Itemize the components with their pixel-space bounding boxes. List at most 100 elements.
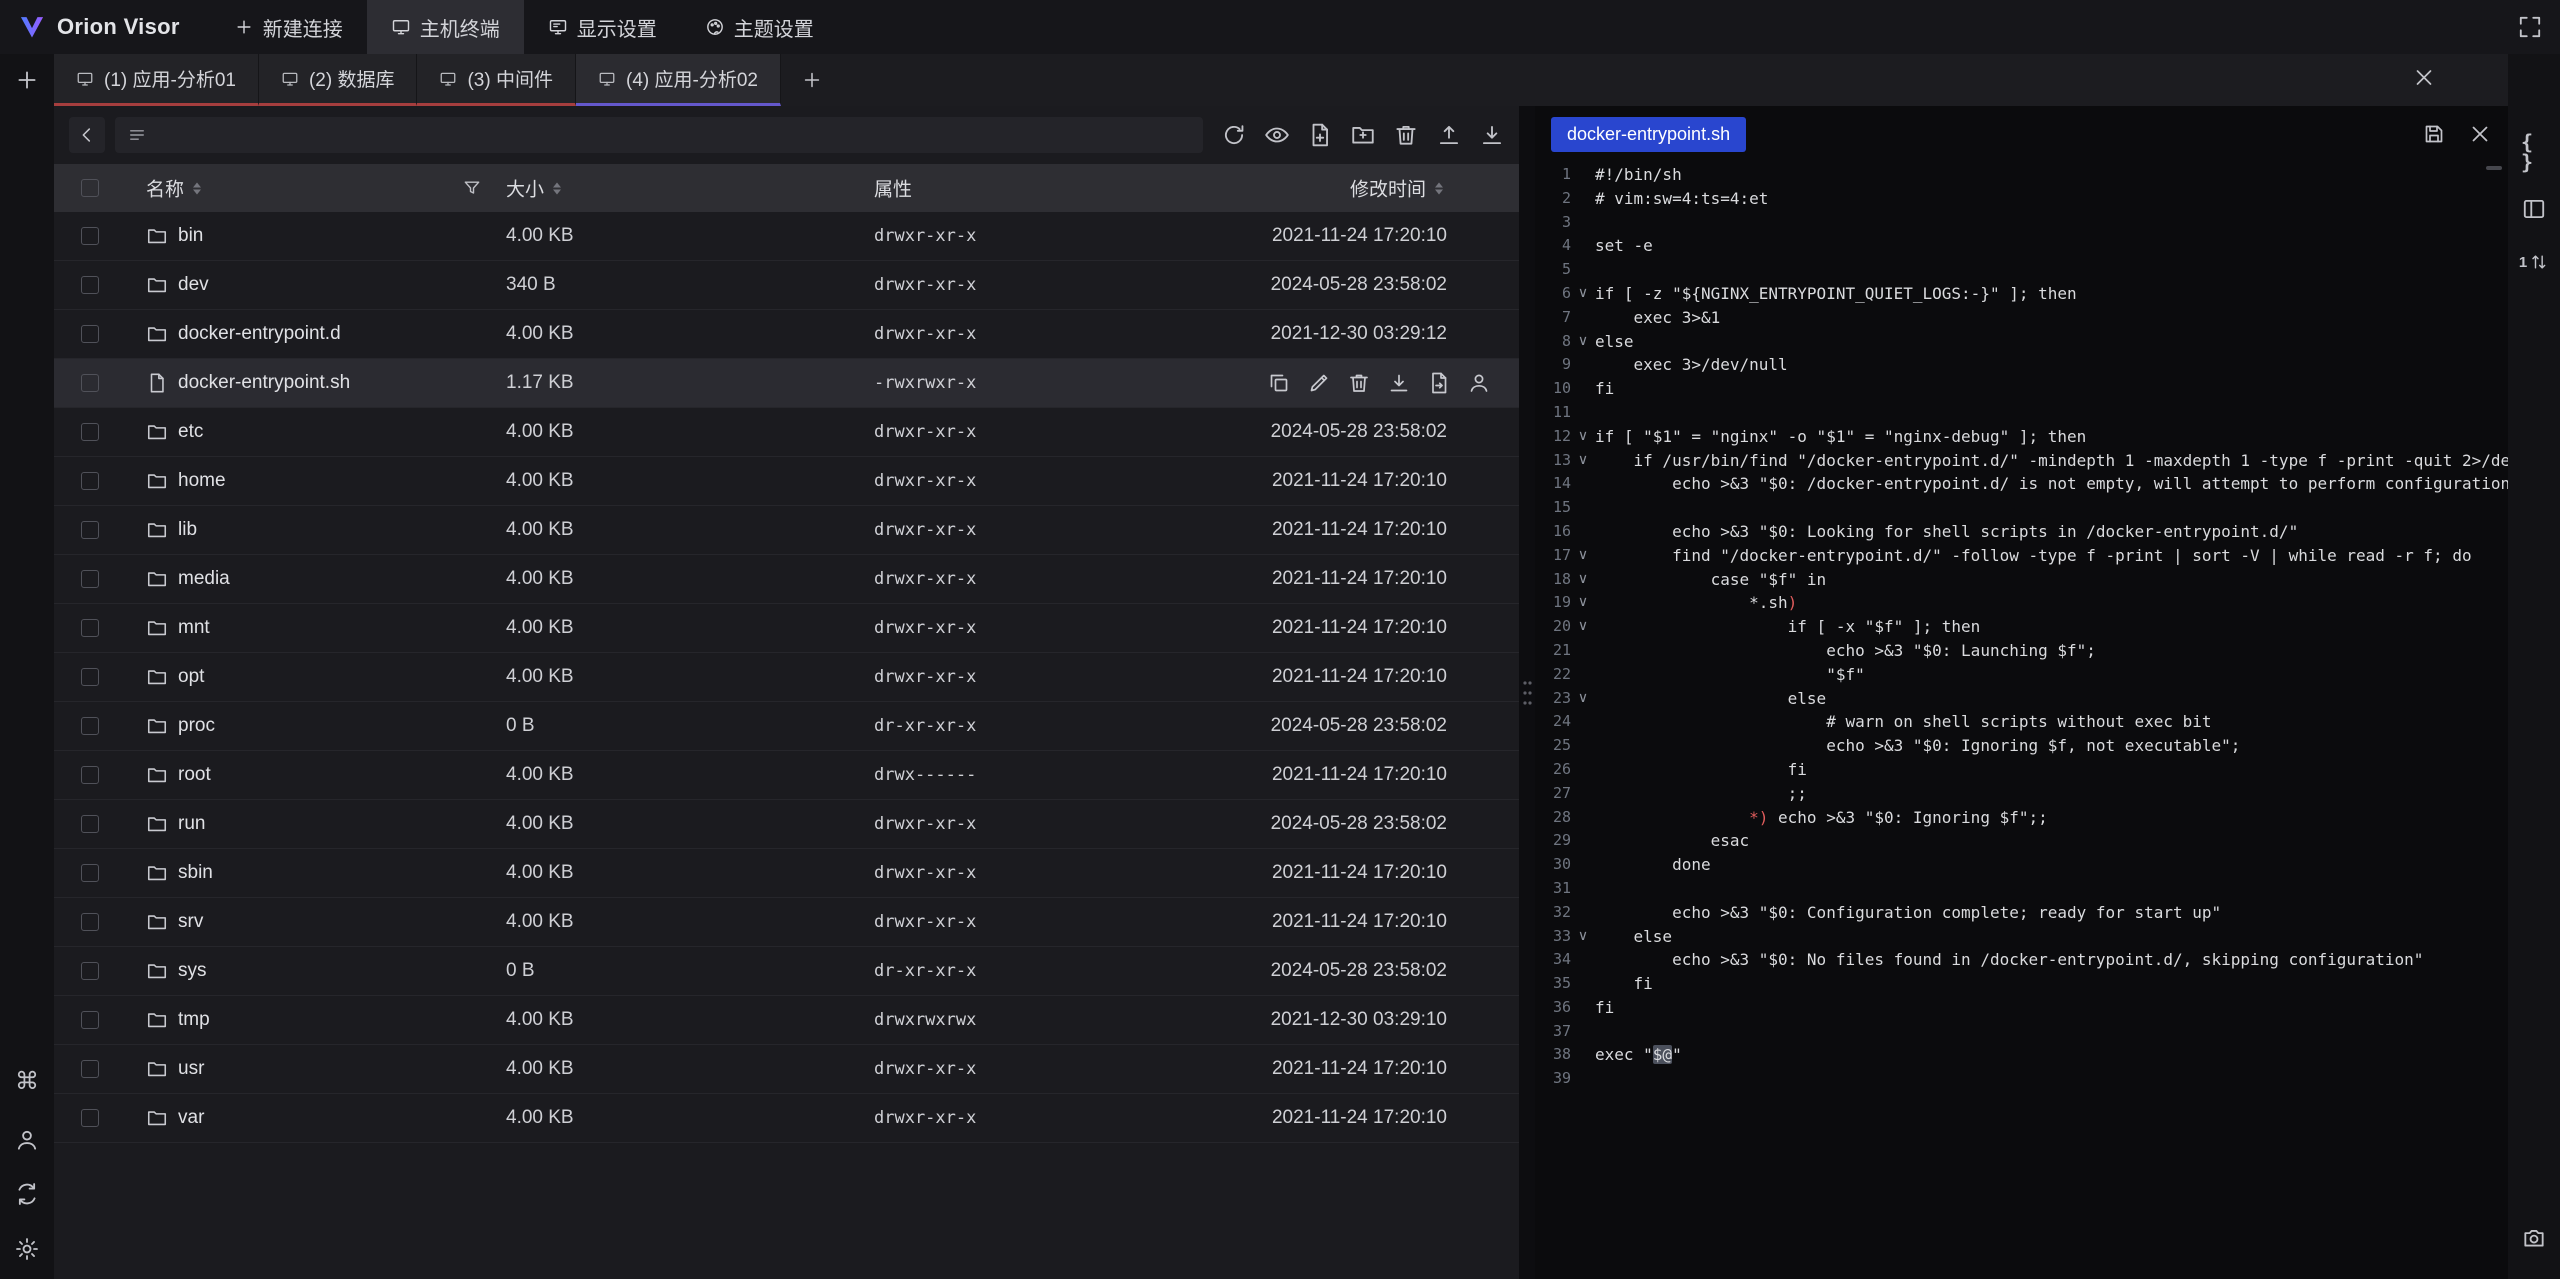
row-checkbox[interactable]: [81, 521, 99, 539]
row-checkbox[interactable]: [81, 1011, 99, 1029]
row-checkbox[interactable]: [81, 423, 99, 441]
close-editor-icon[interactable]: [2468, 122, 2492, 146]
delete-icon[interactable]: [1393, 122, 1419, 148]
column-size[interactable]: 大小: [506, 175, 561, 202]
row-checkbox[interactable]: [81, 815, 99, 833]
row-checkbox[interactable]: [81, 570, 99, 588]
table-row[interactable]: bin 4.00 KB drwxr-xr-x 2021-11-24 17:20:…: [54, 212, 1519, 261]
table-row[interactable]: proc 0 B dr-xr-xr-x 2024-05-28 23:58:02: [54, 702, 1519, 751]
split-panel-icon[interactable]: [2521, 196, 2547, 226]
file-name[interactable]: opt: [178, 666, 204, 688]
file-name[interactable]: home: [178, 470, 226, 492]
file-name[interactable]: lib: [178, 519, 197, 541]
app-logo[interactable]: Orion Visor: [0, 13, 210, 41]
sort-icon[interactable]: [553, 182, 561, 194]
row-checkbox[interactable]: [81, 668, 99, 686]
file-name[interactable]: var: [178, 1107, 204, 1129]
row-checkbox[interactable]: [81, 619, 99, 637]
table-row[interactable]: root 4.00 KB drwx------ 2021-11-24 17:20…: [54, 751, 1519, 800]
fold-icon[interactable]: ∨: [1571, 449, 1595, 473]
select-all-checkbox[interactable]: [81, 179, 99, 197]
row-checkbox[interactable]: [81, 913, 99, 931]
download-icon[interactable]: [1479, 122, 1505, 148]
table-row[interactable]: docker-entrypoint.sh 1.17 KB -rwxrwxr-x: [54, 359, 1519, 408]
file-name[interactable]: docker-entrypoint.sh: [178, 372, 350, 394]
edit-file-button[interactable]: [1307, 371, 1331, 395]
file-name[interactable]: bin: [178, 225, 203, 247]
copy-file-button[interactable]: [1267, 371, 1291, 395]
file-name[interactable]: tmp: [178, 1009, 210, 1031]
table-row[interactable]: var 4.00 KB drwxr-xr-x 2021-11-24 17:20:…: [54, 1094, 1519, 1143]
table-row[interactable]: usr 4.00 KB drwxr-xr-x 2021-11-24 17:20:…: [54, 1045, 1519, 1094]
row-checkbox[interactable]: [81, 1060, 99, 1078]
permission-button[interactable]: [1467, 371, 1491, 395]
close-panel-icon[interactable]: [2412, 66, 2436, 95]
row-checkbox[interactable]: [81, 1109, 99, 1127]
menu-theme-settings[interactable]: 主题设置: [681, 0, 838, 54]
fold-icon[interactable]: ∨: [1571, 568, 1595, 592]
fold-icon[interactable]: ∨: [1571, 330, 1595, 354]
file-name[interactable]: run: [178, 813, 205, 835]
move-file-button[interactable]: [1427, 371, 1451, 395]
tab-app-analysis-02[interactable]: (4) 应用-分析02: [576, 54, 781, 106]
fold-icon[interactable]: ∨: [1571, 615, 1595, 639]
column-mtime[interactable]: 修改时间: [1350, 175, 1443, 202]
tab-app-analysis-01[interactable]: (1) 应用-分析01: [54, 54, 259, 106]
file-name[interactable]: docker-entrypoint.d: [178, 323, 341, 345]
panel-resizer[interactable]: [1519, 106, 1535, 1279]
sort-icon[interactable]: [1435, 182, 1443, 194]
table-row[interactable]: etc 4.00 KB drwxr-xr-x 2024-05-28 23:58:…: [54, 408, 1519, 457]
table-row[interactable]: tmp 4.00 KB drwxrwxrwx 2021-12-30 03:29:…: [54, 996, 1519, 1045]
add-tab-button[interactable]: [781, 54, 843, 106]
row-checkbox[interactable]: [81, 374, 99, 392]
fold-icon[interactable]: ∨: [1571, 425, 1595, 449]
braces-snippets-icon[interactable]: { }: [2521, 132, 2547, 172]
tab-database[interactable]: (2) 数据库: [259, 54, 418, 106]
filter-funnel-icon[interactable]: [462, 178, 482, 198]
table-row[interactable]: sbin 4.00 KB drwxr-xr-x 2021-11-24 17:20…: [54, 849, 1519, 898]
row-checkbox[interactable]: [81, 864, 99, 882]
fold-icon[interactable]: ∨: [1571, 544, 1595, 568]
menu-host-terminal[interactable]: 主机终端: [367, 0, 524, 54]
table-row[interactable]: media 4.00 KB drwxr-xr-x 2021-11-24 17:2…: [54, 555, 1519, 604]
table-row[interactable]: lib 4.00 KB drwxr-xr-x 2021-11-24 17:20:…: [54, 506, 1519, 555]
sort-order-icon[interactable]: 1: [2519, 252, 2549, 272]
screenshot-camera-icon[interactable]: [2521, 1225, 2547, 1255]
new-tab-button[interactable]: [14, 67, 40, 97]
table-row[interactable]: home 4.00 KB drwxr-xr-x 2021-11-24 17:20…: [54, 457, 1519, 506]
row-checkbox[interactable]: [81, 325, 99, 343]
table-row[interactable]: mnt 4.00 KB drwxr-xr-x 2021-11-24 17:20:…: [54, 604, 1519, 653]
column-name[interactable]: 名称: [146, 175, 201, 202]
menu-display-settings[interactable]: 显示设置: [524, 0, 681, 54]
table-row[interactable]: docker-entrypoint.d 4.00 KB drwxr-xr-x 2…: [54, 310, 1519, 359]
fullscreen-icon[interactable]: [2517, 14, 2543, 40]
row-checkbox[interactable]: [81, 766, 99, 784]
editor-file-tab[interactable]: docker-entrypoint.sh: [1551, 117, 1746, 152]
fold-icon[interactable]: ∨: [1571, 591, 1595, 615]
path-input[interactable]: [157, 125, 1191, 146]
file-name[interactable]: media: [178, 568, 230, 590]
refresh-icon[interactable]: [1221, 122, 1247, 148]
upload-icon[interactable]: [1436, 122, 1462, 148]
file-name[interactable]: sbin: [178, 862, 213, 884]
back-button[interactable]: [69, 117, 105, 153]
command-shortcut-icon[interactable]: ⌘: [15, 1070, 39, 1094]
fold-icon[interactable]: ∨: [1571, 925, 1595, 949]
file-name[interactable]: root: [178, 764, 211, 786]
row-checkbox[interactable]: [81, 962, 99, 980]
fold-icon[interactable]: ∨: [1571, 282, 1595, 306]
download-file-button[interactable]: [1387, 371, 1411, 395]
table-row[interactable]: opt 4.00 KB drwxr-xr-x 2021-11-24 17:20:…: [54, 653, 1519, 702]
file-name[interactable]: etc: [178, 421, 203, 443]
table-row[interactable]: srv 4.00 KB drwxr-xr-x 2021-11-24 17:20:…: [54, 898, 1519, 947]
file-name[interactable]: mnt: [178, 617, 210, 639]
tab-middleware[interactable]: (3) 中间件: [417, 54, 576, 106]
file-name[interactable]: proc: [178, 715, 215, 737]
row-checkbox[interactable]: [81, 227, 99, 245]
menu-new-connection[interactable]: 新建连接: [210, 0, 367, 54]
table-row[interactable]: sys 0 B dr-xr-xr-x 2024-05-28 23:58:02: [54, 947, 1519, 996]
settings-gear-icon[interactable]: [14, 1236, 40, 1266]
code-area[interactable]: 1#!/bin/sh2# vim:sw=4:ts=4:et34set -e56∨…: [1535, 163, 2508, 1279]
row-checkbox[interactable]: [81, 472, 99, 490]
new-folder-icon[interactable]: [1350, 122, 1376, 148]
